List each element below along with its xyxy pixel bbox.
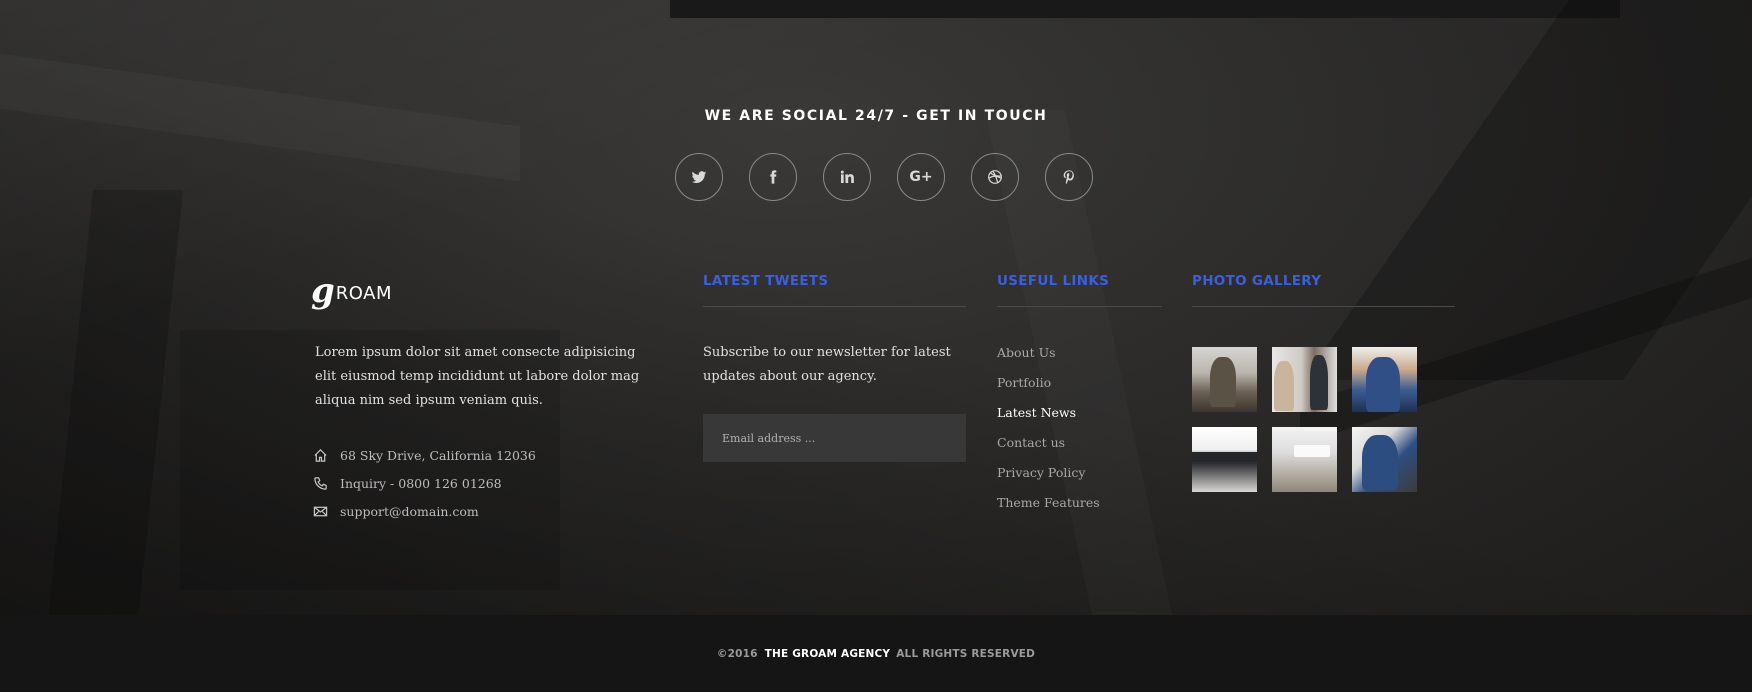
- photo-figure: [1294, 445, 1330, 457]
- google-plus-button[interactable]: G+: [897, 153, 945, 201]
- pinterest-icon: [1063, 170, 1074, 185]
- social-links: G+: [675, 153, 1093, 201]
- latest-tweets-title: LATEST TWEETS: [703, 273, 829, 289]
- google-plus-icon: G+: [909, 169, 933, 185]
- linkedin-button[interactable]: [823, 153, 871, 201]
- mail-icon: [313, 506, 328, 516]
- gallery-photo-1[interactable]: [1192, 347, 1257, 412]
- photo-gallery-title: PHOTO GALLERY: [1192, 273, 1322, 289]
- newsletter-text: Subscribe to our newsletter for latest u…: [703, 345, 951, 384]
- link-privacy-policy[interactable]: Privacy Policy: [997, 460, 1100, 490]
- contact-list: 68 Sky Drive, California 12036 Inquiry -…: [313, 441, 536, 525]
- phone-icon: [314, 476, 327, 490]
- background-shadow: [1302, 0, 1752, 380]
- dribbble-icon: [988, 170, 1002, 184]
- phone-item: Inquiry - 0800 126 01268: [313, 469, 536, 497]
- facebook-icon: [770, 170, 777, 184]
- photo-figure: [1310, 355, 1328, 410]
- photo-figure: [1210, 357, 1236, 407]
- agency-name[interactable]: THE GROAM AGENCY: [765, 648, 891, 660]
- gallery-photo-2[interactable]: [1272, 347, 1337, 412]
- brand-logo[interactable]: g ROAM: [311, 271, 392, 311]
- linkedin-icon: [840, 170, 854, 183]
- address-text: 68 Sky Drive, California 12036: [340, 447, 536, 463]
- useful-links-list: About Us Portfolio Latest News Contact u…: [997, 340, 1100, 520]
- email-text[interactable]: support@domain.com: [340, 504, 479, 519]
- logo-mark: g: [311, 271, 335, 311]
- home-icon: [314, 448, 327, 462]
- link-about-us[interactable]: About Us: [997, 340, 1100, 370]
- twitter-button[interactable]: [675, 153, 723, 201]
- social-heading: WE ARE SOCIAL 24/7 - GET IN TOUCH: [704, 108, 1048, 124]
- copyright-bar: ©2016 THE GROAM AGENCY ALL RIGHTS RESERV…: [0, 615, 1752, 692]
- gallery-photo-5[interactable]: [1272, 427, 1337, 492]
- twitter-icon: [691, 171, 707, 184]
- photo-figure: [1362, 435, 1398, 490]
- photo-figure: [1366, 357, 1400, 412]
- footer-hero-section: WE ARE SOCIAL 24/7 - GET IN TOUCH G+ g R…: [0, 0, 1752, 615]
- link-theme-features[interactable]: Theme Features: [997, 490, 1100, 520]
- gallery-photo-3[interactable]: [1352, 347, 1417, 412]
- email-item[interactable]: support@domain.com: [313, 497, 536, 525]
- newsletter-email-input[interactable]: [703, 414, 966, 462]
- background-pillar: [46, 190, 184, 615]
- copyright-year: ©2016: [716, 647, 758, 660]
- gallery-photo-6[interactable]: [1352, 427, 1417, 492]
- address-item: 68 Sky Drive, California 12036: [313, 441, 536, 469]
- divider: [703, 306, 966, 307]
- gallery-photo-4[interactable]: [1192, 427, 1257, 492]
- background-beam: [670, 0, 1620, 18]
- useful-links-title: USEFUL LINKS: [997, 273, 1110, 289]
- pinterest-button[interactable]: [1045, 153, 1093, 201]
- photo-gallery-grid: [1192, 347, 1417, 492]
- link-contact-us[interactable]: Contact us: [997, 430, 1100, 460]
- divider: [1192, 306, 1455, 307]
- about-description: Lorem ipsum dolor sit amet consecte adip…: [315, 345, 640, 408]
- photo-figure: [1192, 452, 1257, 462]
- dribbble-button[interactable]: [971, 153, 1019, 201]
- rights-text: ALL RIGHTS RESERVED: [896, 647, 1036, 660]
- photo-figure: [1274, 361, 1294, 411]
- divider: [997, 306, 1162, 307]
- link-portfolio[interactable]: Portfolio: [997, 370, 1100, 400]
- facebook-button[interactable]: [749, 153, 797, 201]
- phone-text: Inquiry - 0800 126 01268: [340, 475, 502, 491]
- link-latest-news[interactable]: Latest News: [997, 400, 1100, 430]
- logo-text: ROAM: [335, 282, 392, 304]
